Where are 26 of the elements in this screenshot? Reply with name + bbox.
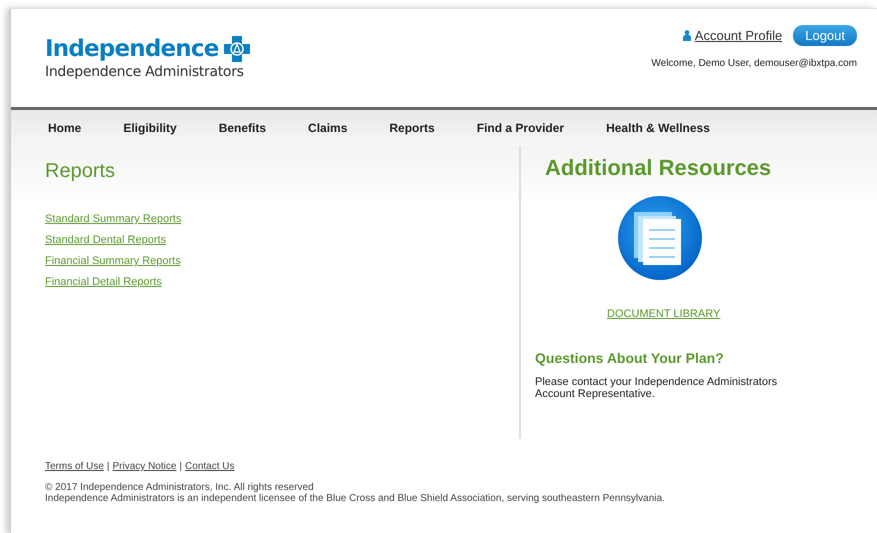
nav-item[interactable]: Reports [389, 121, 435, 135]
cross-logo-icon [224, 36, 250, 62]
section-title: Additional Resources [545, 155, 772, 181]
copyright-text: © 2017 Independence Administrators, Inc. All rights reserved [45, 482, 315, 493]
questions-heading: Questions About Your Plan? [535, 350, 724, 366]
welcome-text: Welcome, Demo User, demouser@ibxtpa.com [651, 58, 857, 69]
section-title: Reports [45, 160, 116, 183]
person-icon [682, 30, 691, 41]
nav-item[interactable]: Benefits [218, 121, 266, 135]
nav-item[interactable]: Eligibility [123, 121, 177, 135]
link-separator: | [106, 461, 110, 472]
link-separator: | [179, 461, 182, 472]
footer-link[interactable]: Terms of Use [45, 461, 104, 472]
logo-title: Independence [45, 36, 219, 62]
nav-item[interactable]: Find a Provider [476, 121, 564, 135]
questions-text: Please contact your Independence Administrators Account Representative. [535, 376, 778, 400]
account-profile-link[interactable]: Account Profile [694, 28, 782, 43]
logout-button[interactable]: Logout [793, 25, 857, 46]
license-text: Independence Administrators is an independent licensee of the Blue Cross and Blue Shield Association, serving southeastern Pennsylvania. [45, 493, 666, 504]
footer-link[interactable]: Contact Us [185, 461, 234, 472]
logo-subtitle: Independence Administrators [45, 64, 245, 80]
nav-item[interactable]: Claims [308, 121, 348, 135]
document-icon [617, 195, 703, 281]
nav-item[interactable]: Home [48, 121, 82, 135]
nav-item[interactable]: Health & Wellness [606, 121, 710, 135]
footer-link[interactable]: Privacy Notice [112, 461, 176, 472]
